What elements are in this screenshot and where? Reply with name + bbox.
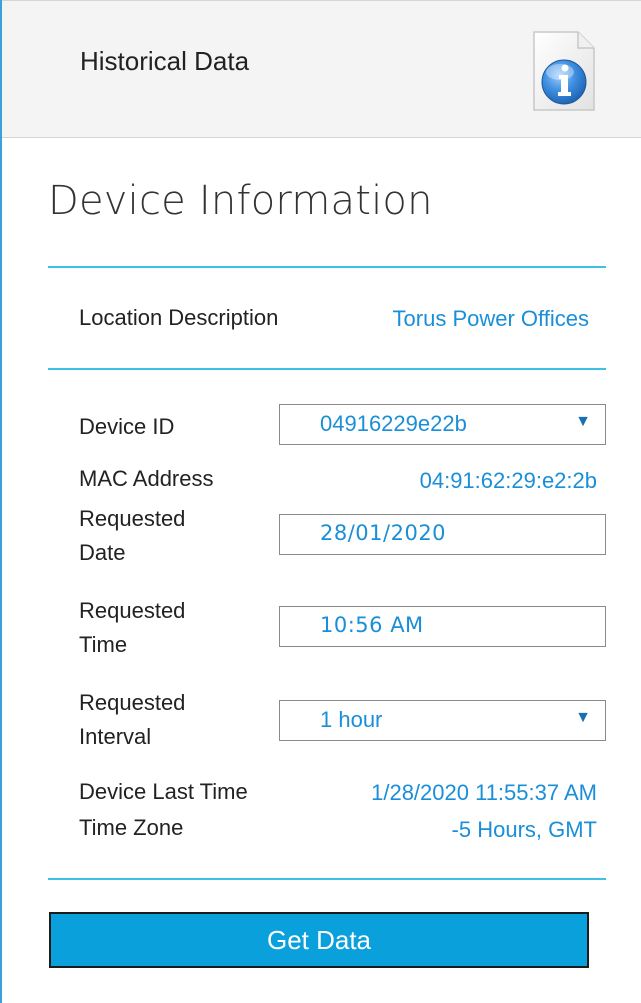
divider-top bbox=[48, 266, 606, 268]
device-id-select[interactable]: 04916229e22b ▼ bbox=[279, 404, 606, 445]
get-data-button[interactable]: Get Data bbox=[49, 912, 589, 968]
requested-date-label-line1: Requested bbox=[79, 506, 186, 531]
section-title: Device Information bbox=[48, 178, 433, 224]
requested-interval-label-line2: Interval bbox=[79, 724, 152, 749]
device-last-time-label: Device Last Time bbox=[79, 779, 248, 804]
mac-address-label: MAC Address bbox=[79, 466, 214, 491]
info-document-icon[interactable] bbox=[532, 30, 596, 112]
device-last-time-value: 1/28/2020 11:55:37 AM bbox=[371, 780, 597, 805]
device-id-label: Device ID bbox=[79, 414, 175, 439]
requested-date-label: Requested Date bbox=[79, 502, 249, 570]
location-value: Torus Power Offices bbox=[392, 306, 589, 331]
mac-address-value: 04:91:62:29:e2:2b bbox=[419, 468, 597, 493]
divider-middle bbox=[48, 368, 606, 370]
divider-bottom bbox=[48, 878, 606, 880]
requested-interval-value: 1 hour bbox=[320, 707, 383, 732]
device-id-value: 04916229e22b bbox=[320, 411, 467, 436]
location-label: Location Description bbox=[79, 305, 279, 330]
dropdown-arrow-icon: ▼ bbox=[575, 413, 591, 430]
requested-time-label-line2: Time bbox=[79, 632, 128, 657]
page-title: Historical Data bbox=[80, 46, 250, 76]
requested-interval-label: Requested Interval bbox=[79, 686, 249, 754]
time-zone-label: Time Zone bbox=[79, 815, 184, 840]
requested-time-input[interactable]: 10:56 AM bbox=[279, 606, 606, 647]
requested-date-label-line2: Date bbox=[79, 540, 126, 565]
dropdown-arrow-icon: ▼ bbox=[575, 709, 591, 726]
requested-interval-label-line1: Requested bbox=[79, 690, 186, 715]
time-zone-value: -5 Hours, GMT bbox=[451, 817, 597, 842]
requested-date-value: 28/01/2020 bbox=[320, 521, 447, 545]
requested-time-value: 10:56 AM bbox=[320, 613, 424, 637]
requested-time-label-line1: Requested bbox=[79, 598, 186, 623]
header-bar: Historical Data bbox=[2, 0, 641, 138]
requested-time-label: Requested Time bbox=[79, 594, 249, 662]
requested-interval-select[interactable]: 1 hour ▼ bbox=[279, 700, 606, 741]
requested-date-input[interactable]: 28/01/2020 bbox=[279, 514, 606, 555]
